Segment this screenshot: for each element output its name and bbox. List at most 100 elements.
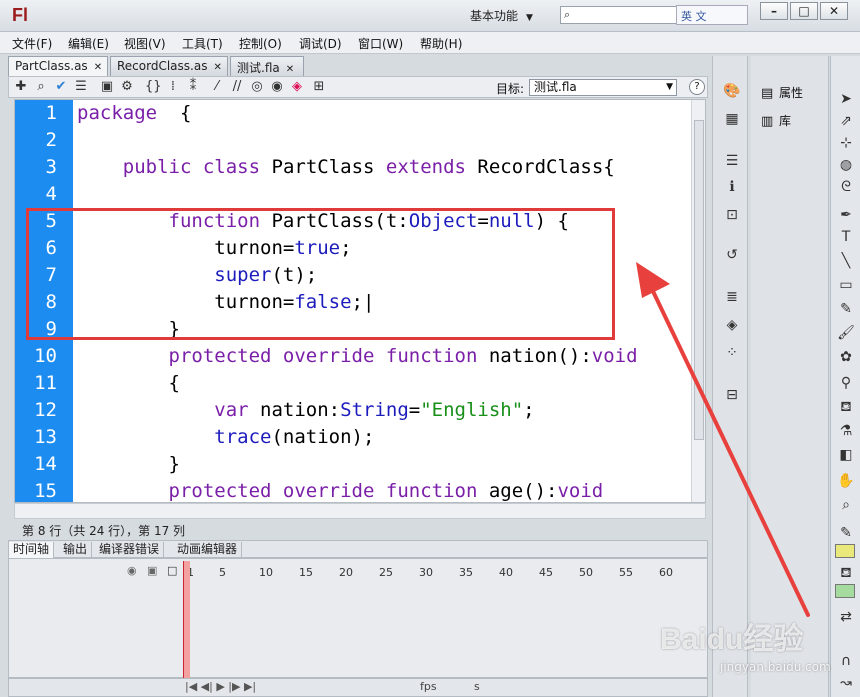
rectangle-tool-icon[interactable]: ▭ [837, 276, 855, 294]
ime-indicator[interactable]: 英 文 [676, 5, 748, 25]
code-line[interactable]: public class PartClass extends RecordCla… [77, 154, 615, 181]
maximize-button[interactable]: □ [790, 2, 818, 20]
block-comment-icon[interactable]: ⁄ [209, 79, 225, 95]
transform-icon[interactable]: ⊡ [723, 206, 741, 224]
swatches-icon[interactable]: ▦ [723, 110, 741, 128]
menu-edit[interactable]: 编辑(E) [68, 35, 109, 52]
playhead[interactable] [183, 561, 190, 679]
code-snippets-icon[interactable]: ≣ [723, 288, 741, 306]
help-button[interactable]: ? [689, 79, 705, 95]
workspace-switcher[interactable]: 基本功能 ▼ [470, 7, 533, 24]
text-tool-icon[interactable]: T [837, 228, 855, 246]
tab-output[interactable]: 输出 [59, 542, 93, 558]
menu-control[interactable]: 控制(O) [239, 35, 282, 52]
bottom-panel-tabs: 时间轴 输出 编译器错误 动画编辑器 [8, 540, 708, 558]
debug-options-icon[interactable]: ⚙ [119, 79, 135, 95]
swap-colors-icon[interactable]: ⇄ [837, 608, 855, 626]
pen-tool-icon[interactable]: ✒ [837, 206, 855, 224]
code-line[interactable]: { [77, 370, 180, 397]
eye-icon[interactable]: ◉ [127, 564, 137, 577]
tab-timeline[interactable]: 时间轴 [9, 542, 55, 558]
snap-magnet-icon[interactable]: ∩ [837, 652, 855, 670]
hand-tool-icon[interactable]: ✋ [837, 472, 855, 490]
lock-icon[interactable]: ▣ [147, 564, 157, 577]
code-line[interactable]: trace(nation); [77, 424, 374, 451]
free-transform-icon[interactable]: ⊹ [837, 134, 855, 152]
collapse-selection-icon[interactable]: ⁞ [165, 79, 181, 95]
minimize-button[interactable]: – [760, 2, 788, 20]
align-icon[interactable]: ☰ [723, 152, 741, 170]
history-icon[interactable]: ↺ [723, 246, 741, 264]
comment-bubble-icon[interactable]: ◎ [249, 79, 265, 95]
panel-library[interactable]: ▥ 库 [761, 112, 791, 129]
add-statement-icon[interactable]: ✚ [13, 79, 29, 95]
project-icon[interactable]: ⊟ [723, 386, 741, 404]
title-bar: Fl 基本功能 ▼ ⌕ 英 文 – □ ✕ [0, 0, 860, 32]
code-hint-icon[interactable]: ▣ [99, 79, 115, 95]
document-tabs: PartClass.as ✕ RecordClass.as ✕ 测试.fla ✕ [8, 56, 708, 76]
code-line[interactable]: var nation:String="English"; [77, 397, 534, 424]
fill-color-swatch[interactable] [835, 584, 855, 598]
menu-help[interactable]: 帮助(H) [420, 35, 462, 52]
snippet-icon[interactable]: ◈ [289, 79, 305, 95]
horizontal-scrollbar[interactable] [14, 503, 706, 519]
tab-test-fla[interactable]: 测试.fla ✕ [230, 56, 304, 76]
components-icon[interactable]: ◈ [723, 316, 741, 334]
smooth-icon[interactable]: ↝ [837, 674, 855, 692]
tab-recordclass[interactable]: RecordClass.as ✕ [110, 56, 228, 76]
code-line[interactable]: package { [77, 100, 191, 127]
panel-properties[interactable]: ▤ 属性 [761, 84, 803, 101]
3d-rotation-icon[interactable]: ◍ [837, 156, 855, 174]
line-number: 4 [45, 183, 57, 205]
info-icon[interactable]: ℹ [723, 178, 741, 196]
selection-tool-icon[interactable]: ➤ [837, 90, 855, 108]
code-line[interactable]: } [77, 451, 180, 478]
lasso-icon[interactable]: ᘓ [837, 178, 855, 196]
stroke-color-swatch[interactable] [835, 544, 855, 558]
bone-tool-icon[interactable]: ⚲ [837, 374, 855, 392]
menu-view[interactable]: 视图(V) [124, 35, 166, 52]
help-search-input[interactable]: ⌕ [560, 6, 678, 24]
code-line[interactable]: protected override function age():void [77, 478, 604, 502]
eyedropper-icon[interactable]: ⚗ [837, 422, 855, 440]
paint-bucket-icon[interactable]: ⛾ [837, 398, 855, 416]
playback-controls[interactable]: |◀ ◀| ▶ |▶ ▶| [185, 680, 256, 693]
scrollbar-thumb[interactable] [694, 120, 704, 440]
fill-color-icon[interactable]: ⛾ [837, 564, 855, 582]
expand-all-icon[interactable]: ⁑ [185, 79, 201, 95]
collapse-between-icon[interactable]: {} [145, 79, 162, 95]
menu-file[interactable]: 文件(F) [12, 35, 52, 52]
color-palette-icon[interactable]: 🎨 [723, 82, 741, 100]
subselection-tool-icon[interactable]: ⇗ [837, 112, 855, 130]
close-icon[interactable]: ✕ [94, 62, 102, 73]
line-tool-icon[interactable]: ╲ [837, 252, 855, 270]
brush-tool-icon[interactable]: 🖌 [837, 324, 855, 342]
line-comment-icon[interactable]: // [229, 79, 245, 95]
timeline-panel[interactable]: ◉ ▣ □ 1 5 10 15 20 25 30 35 40 45 50 55 60 [8, 558, 708, 679]
deco-tool-icon[interactable]: ✿ [837, 348, 855, 366]
tab-compiler-errors[interactable]: 编译器错误 [95, 542, 165, 558]
outline-icon[interactable]: □ [167, 564, 177, 577]
show-hide-toolbox-icon[interactable]: ⊞ [311, 79, 327, 95]
zoom-tool-icon[interactable]: ⌕ [837, 496, 855, 514]
menu-debug[interactable]: 调试(D) [299, 35, 342, 52]
code-line[interactable]: protected override function nation():voi… [77, 343, 638, 370]
pencil-tool-icon[interactable]: ✎ [837, 300, 855, 318]
remove-comment-icon[interactable]: ◉ [269, 79, 285, 95]
close-icon[interactable]: ✕ [213, 62, 221, 73]
tab-partclass[interactable]: PartClass.as ✕ [8, 56, 108, 76]
target-select[interactable]: 测试.fla ▼ [529, 79, 677, 96]
vertical-scrollbar[interactable] [691, 100, 705, 502]
menu-tools[interactable]: 工具(T) [182, 35, 223, 52]
tab-motion-editor[interactable]: 动画编辑器 [173, 542, 243, 558]
motion-presets-icon[interactable]: ⁘ [723, 344, 741, 362]
close-button[interactable]: ✕ [820, 2, 848, 20]
find-icon[interactable]: ⌕ [33, 79, 49, 95]
check-syntax-icon[interactable]: ✔ [53, 79, 69, 95]
eraser-icon[interactable]: ◧ [837, 446, 855, 464]
auto-format-icon[interactable]: ☰ [73, 79, 89, 95]
close-icon[interactable]: ✕ [286, 64, 294, 75]
stroke-color-icon[interactable]: ✎ [837, 524, 855, 542]
menu-window[interactable]: 窗口(W) [358, 35, 403, 52]
baidu-watermark: Baidu经验 [660, 623, 804, 656]
